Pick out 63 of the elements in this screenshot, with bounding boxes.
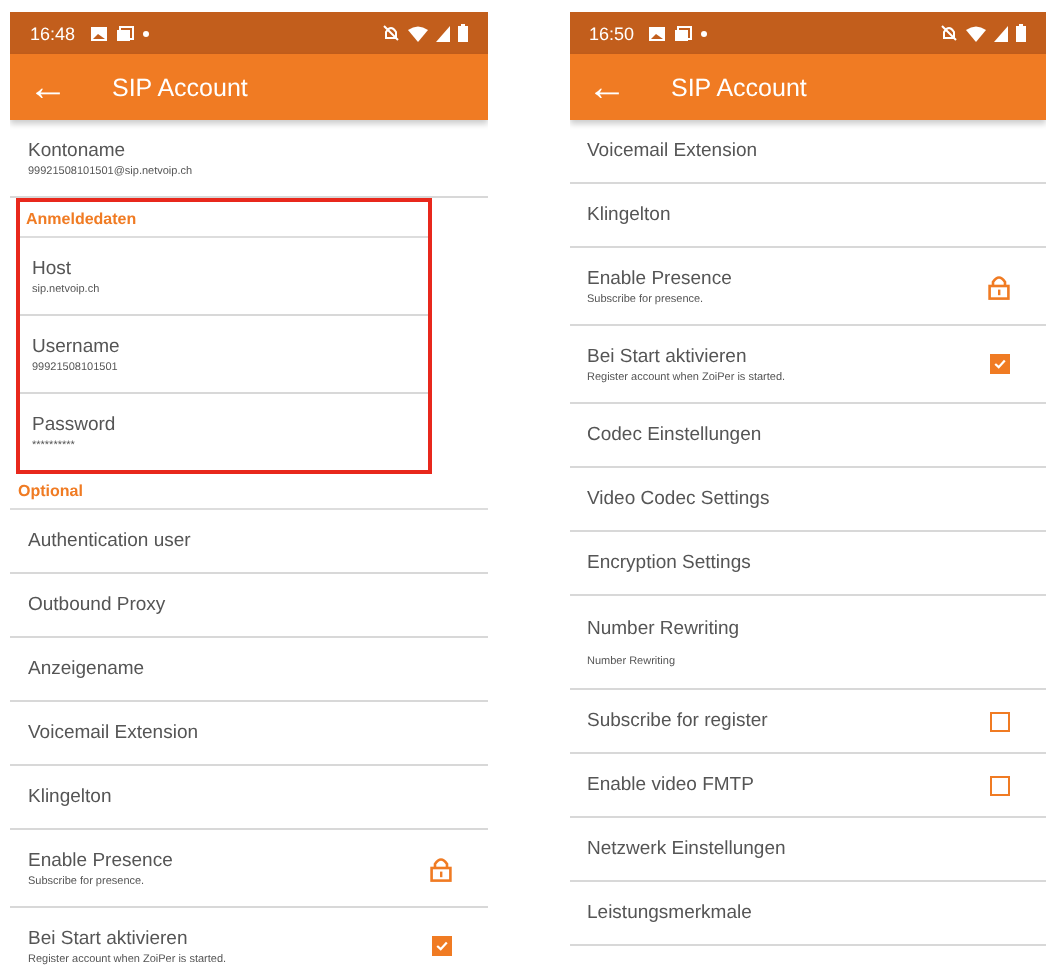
settings-item[interactable]: Subscribe for register — [569, 690, 1046, 754]
item-title: Voicemail Extension — [28, 722, 201, 744]
item-title: Host — [32, 257, 74, 279]
item-title: Kontoname — [28, 139, 128, 161]
settings-item[interactable]: Authentication user — [10, 510, 487, 574]
item-title: Video Codec Settings — [587, 488, 772, 510]
muted-bell-icon — [381, 24, 399, 42]
item-title: Outbound Proxy — [28, 594, 168, 616]
lock-icon — [988, 273, 1010, 299]
settings-item[interactable]: Codec Einstellungen — [569, 404, 1046, 468]
dot-icon — [700, 29, 709, 37]
item-title: Bei Start aktivieren — [587, 345, 749, 367]
gallery-icon — [115, 25, 134, 41]
settings-item[interactable]: Netzwerk Einstellungen — [569, 818, 1046, 882]
item-title: Klingelton — [587, 204, 673, 226]
checkbox[interactable] — [990, 711, 1010, 731]
wifi-icon — [407, 25, 427, 41]
item-title: Username — [32, 335, 122, 357]
lock-icon — [429, 855, 451, 881]
item-title: Number Rewriting — [587, 617, 742, 639]
item-title: Enable video FMTP — [587, 774, 756, 796]
item-title: Bei Start aktivieren — [28, 927, 190, 949]
signal-icon — [994, 25, 1008, 41]
item-title: Authentication user — [28, 530, 193, 552]
screen-title: SIP Account — [112, 73, 248, 101]
section-header: Optional — [10, 474, 487, 510]
checkbox[interactable] — [990, 775, 1010, 795]
settings-item[interactable]: Leistungsmerkmale — [569, 882, 1046, 946]
item-title: Enable Presence — [28, 849, 175, 871]
settings-item[interactable]: Voicemail Extension — [569, 120, 1046, 184]
status-time: 16:48 — [30, 23, 76, 43]
battery-icon — [457, 24, 467, 42]
settings-item[interactable]: Encryption Settings — [569, 532, 1046, 596]
settings-item[interactable]: Klingelton — [569, 184, 1046, 248]
item-title: Leistungsmerkmale — [587, 902, 754, 924]
signal-icon — [435, 25, 449, 41]
image-icon — [89, 25, 108, 41]
item-title: Codec Einstellungen — [587, 424, 764, 446]
wifi-icon — [966, 25, 986, 41]
item-title: Netzwerk Einstellungen — [587, 838, 788, 860]
item-title: Subscribe for register — [587, 710, 770, 732]
item-title: Voicemail Extension — [587, 140, 760, 162]
settings-item[interactable]: Video Codec Settings — [569, 468, 1046, 532]
settings-item[interactable]: Outbound Proxy — [10, 574, 487, 638]
checkbox[interactable] — [990, 354, 1010, 374]
dot-icon — [141, 29, 150, 37]
item-title: Klingelton — [28, 786, 114, 808]
checkbox[interactable] — [431, 936, 451, 956]
settings-item[interactable]: Klingelton — [10, 766, 487, 830]
gallery-icon — [674, 25, 693, 41]
section-header: Anmeldedaten — [20, 202, 427, 238]
settings-item[interactable]: Anzeigename — [10, 638, 487, 702]
image-icon — [648, 25, 667, 41]
settings-item[interactable]: Voicemail Extension — [10, 702, 487, 766]
muted-bell-icon — [940, 24, 958, 42]
item-title: Encryption Settings — [587, 552, 753, 574]
item-title: Password — [32, 413, 118, 435]
item-title: Anzeigename — [28, 658, 147, 680]
screen-title: SIP Account — [671, 73, 807, 101]
status-time: 16:50 — [589, 23, 635, 43]
battery-icon — [1016, 24, 1026, 42]
settings-item[interactable]: Enable video FMTP — [569, 754, 1046, 818]
item-title: Enable Presence — [587, 267, 734, 289]
